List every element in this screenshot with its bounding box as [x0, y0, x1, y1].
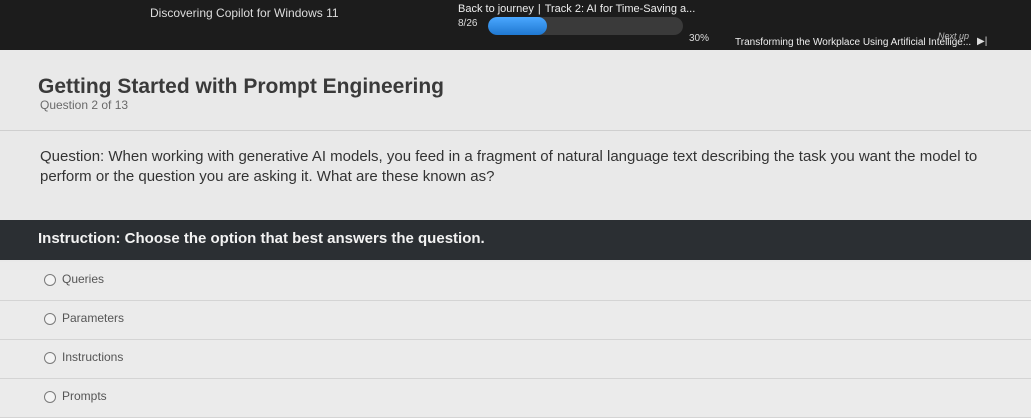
next-up-title[interactable]: Transforming the Workplace Using Artific…: [735, 37, 971, 48]
option-label[interactable]: Instructions: [62, 350, 123, 364]
option-prompts[interactable]: Prompts: [0, 379, 1031, 418]
question-prefix: Question:: [40, 148, 105, 165]
option-parameters[interactable]: Parameters: [0, 301, 1031, 340]
radio-button-icon[interactable]: [44, 274, 56, 286]
item-count: 8/26: [458, 18, 478, 29]
top-bar: Discovering Copilot for Windows 11 Back …: [0, 0, 1031, 50]
option-queries[interactable]: Queries: [0, 262, 1031, 301]
instruction-bar: Instruction: Choose the option that best…: [0, 220, 1031, 260]
question-text: Question: When working with generative A…: [40, 147, 1025, 187]
answer-options: Queries Parameters Instructions Prompts: [0, 262, 1031, 418]
option-label[interactable]: Parameters: [62, 311, 124, 325]
question-count: Question 2 of 13: [40, 98, 129, 112]
instruction-text: Instruction: Choose the option that best…: [38, 230, 485, 247]
quiz-content: Getting Started with Prompt Engineering …: [0, 50, 1031, 418]
divider: [0, 130, 1031, 131]
progress-bar: [488, 17, 683, 35]
breadcrumb-separator: |: [537, 3, 541, 15]
option-label[interactable]: Queries: [62, 272, 104, 286]
progress-percent: 30%: [689, 33, 710, 44]
previous-course-link[interactable]: Discovering Copilot for Windows 11: [150, 6, 339, 20]
page-title: Getting Started with Prompt Engineering: [38, 75, 445, 98]
option-label[interactable]: Prompts: [62, 389, 107, 403]
track-title[interactable]: Track 2: AI for Time-Saving a...: [545, 3, 696, 15]
skip-next-icon[interactable]: ▶|: [977, 36, 987, 47]
back-to-journey-link[interactable]: Back to journey: [458, 3, 534, 15]
progress-bar-fill: [488, 17, 547, 35]
journey-breadcrumb: Back to journey | Track 2: AI for Time-Sav…: [458, 3, 695, 15]
radio-button-icon[interactable]: [44, 391, 56, 403]
radio-button-icon[interactable]: [44, 313, 56, 325]
option-instructions[interactable]: Instructions: [0, 340, 1031, 379]
radio-button-icon[interactable]: [44, 352, 56, 364]
question-body: When working with generative AI models, …: [40, 148, 978, 185]
